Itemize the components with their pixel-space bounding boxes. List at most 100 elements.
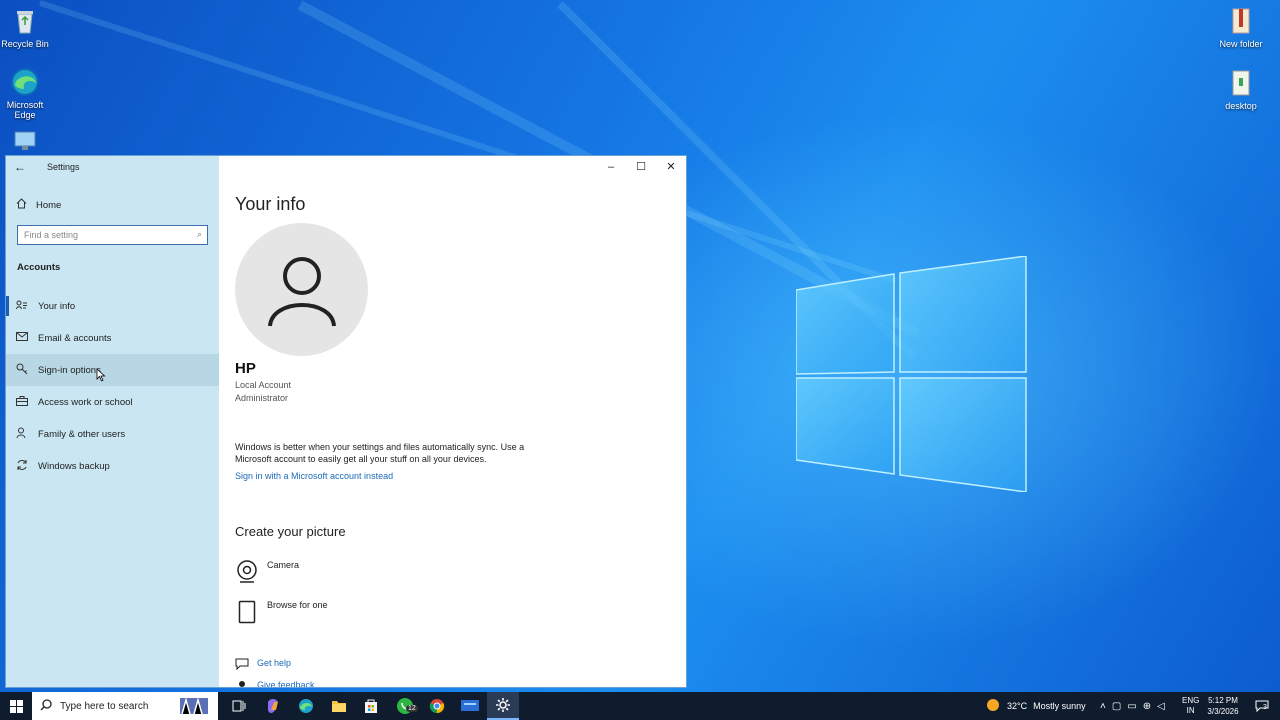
person-add-icon: [16, 427, 28, 442]
desktop-icon-label: Recycle Bin: [1, 39, 49, 49]
taskbar-search-box[interactable]: Type here to search: [32, 692, 218, 720]
time: 5:12 PM: [1208, 696, 1238, 705]
start-button[interactable]: [0, 692, 32, 720]
give-feedback-label: Give feedback: [257, 680, 315, 688]
edge-taskbar-icon[interactable]: [296, 696, 316, 716]
sidebar-item-email[interactable]: Email & accounts: [6, 322, 219, 354]
give-feedback-link[interactable]: Give feedback: [235, 680, 315, 688]
globe-icon[interactable]: ⊕: [1143, 701, 1151, 712]
get-help-label: Get help: [257, 658, 292, 668]
taskbar-search-placeholder: Type here to search: [60, 700, 149, 712]
edge-icon: [10, 67, 40, 97]
back-button[interactable]: ←: [14, 160, 30, 174]
sidebar-item-backup[interactable]: Windows backup: [6, 450, 219, 482]
windows-start-icon: [9, 699, 23, 713]
sync-description: Windows is better when your settings and…: [235, 442, 525, 464]
volume-icon[interactable]: ◁: [1157, 701, 1165, 712]
feedback-icon: [235, 680, 249, 687]
search-icon: ⌕: [196, 229, 202, 239]
sidebar-item-your-info[interactable]: Your info: [6, 290, 219, 322]
network-icon[interactable]: ▭: [1127, 701, 1136, 712]
sidebar-item-label: Access work or school: [38, 396, 133, 408]
account-role: Administrator: [235, 393, 289, 403]
find-setting-input[interactable]: Find a setting ⌕: [17, 225, 208, 245]
page-title: Your info: [235, 194, 306, 214]
sidebar-item-label: Your info: [38, 300, 76, 312]
mouse-cursor-icon: [96, 368, 106, 382]
whatsapp-badge: 12: [406, 705, 418, 712]
settings-window: ← Settings Home Find a setting ⌕ Account…: [5, 155, 687, 688]
copilot-icon[interactable]: [263, 696, 283, 716]
weather-widget[interactable]: 32°C Mostly sunny: [985, 692, 1086, 720]
zip-folder-icon: [1226, 6, 1256, 36]
desktop-icon-label: New folder: [1219, 39, 1263, 49]
sidebar-item-family[interactable]: Family & other users: [6, 418, 219, 450]
weather-temp: 32°C: [1007, 701, 1028, 711]
sidebar: ← Settings Home Find a setting ⌕ Account…: [6, 156, 219, 687]
person-card-icon: [16, 300, 28, 313]
sidebar-item-label: Family & other users: [38, 428, 126, 440]
user-name: HP: [235, 360, 256, 377]
device-icon[interactable]: ▢: [1112, 701, 1121, 712]
sidebar-item-sign-in[interactable]: Sign-in options: [6, 354, 219, 386]
home-button[interactable]: Home: [16, 198, 61, 212]
whatsapp-icon[interactable]: 12: [395, 696, 418, 716]
notification-button[interactable]: 3: [1250, 692, 1274, 720]
sidebar-item-label: Windows backup: [38, 460, 110, 472]
lang-line2: IN: [1186, 706, 1195, 715]
task-view-icon[interactable]: [229, 696, 249, 716]
search-placeholder: Find a setting: [24, 230, 79, 240]
language-indicator[interactable]: ENG IN: [1182, 692, 1199, 720]
chevron-up-icon[interactable]: ˄: [1100, 701, 1106, 712]
file-explorer-icon[interactable]: [329, 696, 349, 716]
section-label: Accounts: [17, 262, 61, 273]
sync-icon: [16, 459, 28, 474]
window-title: Settings: [47, 162, 80, 172]
home-label: Home: [36, 199, 62, 211]
sidebar-item-work-school[interactable]: Access work or school: [6, 386, 219, 418]
system-tray-icons: ˄ ▢ ▭ ⊕ ◁: [1100, 692, 1165, 720]
taskbar: Type here to search 12 32°C Mostly sunny: [0, 692, 1280, 720]
user-silhouette-icon: [267, 256, 336, 326]
desktop-icon-new-folder[interactable]: New folder: [1211, 6, 1271, 49]
browse-label: Browse for one: [267, 600, 328, 610]
gear-icon: [496, 698, 510, 712]
create-picture-heading: Create your picture: [235, 524, 346, 539]
clock[interactable]: 5:12 PM 3/3/2026: [1206, 692, 1240, 720]
remote-desktop-icon[interactable]: [458, 696, 482, 716]
key-icon: [16, 363, 28, 378]
briefcase-icon: [16, 395, 28, 409]
home-icon: [16, 198, 27, 212]
mail-icon: [16, 332, 28, 344]
camera-icon: [235, 560, 259, 584]
search-highlight-icon: [176, 694, 212, 719]
get-help-link[interactable]: Get help: [235, 658, 291, 672]
file-icon: [1226, 68, 1256, 98]
camera-option[interactable]: Camera: [235, 560, 299, 584]
desktop-icon-label: Edge: [14, 110, 36, 120]
camera-label: Camera: [267, 560, 300, 570]
sun-icon: [985, 697, 1001, 715]
chrome-icon[interactable]: [427, 696, 447, 716]
sidebar-item-label: Sign-in options: [38, 364, 101, 376]
computer-icon: [10, 128, 40, 158]
notification-count: 3: [1263, 704, 1267, 711]
store-icon[interactable]: [361, 696, 381, 716]
file-browse-icon: [235, 600, 259, 624]
desktop-icon-recycle-bin[interactable]: Recycle Bin: [0, 6, 55, 49]
settings-taskbar-icon[interactable]: [487, 692, 519, 720]
date: 3/3/2026: [1207, 707, 1239, 716]
sidebar-item-label: Email & accounts: [38, 332, 112, 344]
help-chat-icon: [235, 658, 249, 672]
browse-option[interactable]: Browse for one: [235, 600, 328, 624]
recycle-bin-icon: [10, 6, 40, 36]
desktop-icon-edge[interactable]: Microsoft Edge: [0, 67, 55, 120]
weather-desc: Mostly sunny: [1033, 701, 1086, 711]
lang-line1: ENG: [1182, 696, 1200, 705]
search-icon: [40, 698, 52, 714]
signin-microsoft-link[interactable]: Sign in with a Microsoft account instead: [235, 471, 393, 481]
avatar: [235, 223, 368, 356]
desktop-icon-desktop[interactable]: desktop: [1211, 68, 1271, 111]
windows-logo: [795, 255, 1028, 493]
desktop-icon-label: Microsoft: [6, 100, 44, 110]
